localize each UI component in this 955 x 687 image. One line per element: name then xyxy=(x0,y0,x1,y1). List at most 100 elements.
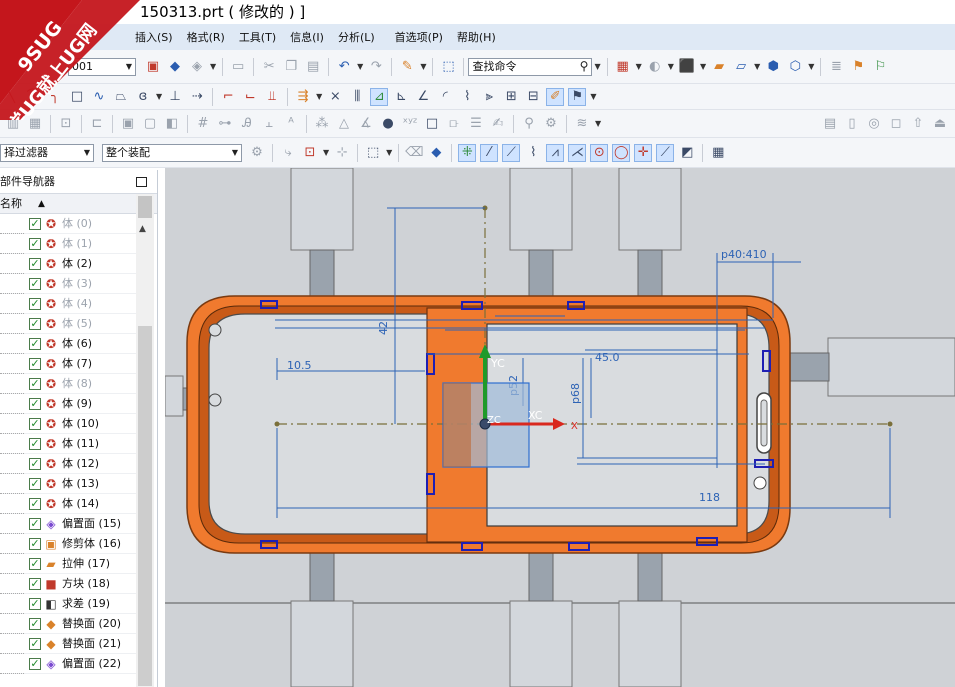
chevron-down-icon[interactable]: ▼ xyxy=(420,62,426,71)
crosshair-icon[interactable]: ⊹ xyxy=(333,144,351,162)
triangle-icon[interactable]: △ xyxy=(335,115,353,133)
visibility-checkbox[interactable]: ✓ xyxy=(29,338,41,350)
arc-center-icon[interactable]: ⊙ xyxy=(590,143,609,162)
angle-icon[interactable]: ∡ xyxy=(357,115,375,133)
search-icon[interactable]: ⚲ xyxy=(580,58,589,74)
settings-icon[interactable]: ⚙ xyxy=(542,115,560,133)
dim-45[interactable]: 45.0 xyxy=(595,351,620,364)
shading-icon[interactable]: ◐ xyxy=(646,58,664,76)
assembly-icon[interactable]: ◈ xyxy=(188,58,206,76)
navigator-row[interactable]: ✓ ✪ 体 (7) xyxy=(0,354,136,374)
ruler-icon[interactable]: ⊶ xyxy=(216,115,234,133)
sketch-icon[interactable]: ✐ xyxy=(546,87,565,106)
visibility-checkbox[interactable]: ✓ xyxy=(29,418,41,430)
navigator-row[interactable]: ✓ ✪ 体 (9) xyxy=(0,394,136,414)
point-on-face-icon[interactable]: ◩ xyxy=(678,144,696,162)
dim-118[interactable]: 118 xyxy=(699,491,720,504)
visibility-checkbox[interactable]: ✓ xyxy=(29,318,41,330)
curve-point-icon[interactable]: ⌇ xyxy=(524,144,542,162)
type-filter-combo[interactable]: 择过滤器 ▼ xyxy=(0,143,94,162)
sort-ascending-icon[interactable]: ▲ xyxy=(38,194,45,214)
circle-icon[interactable]: ◎ xyxy=(865,115,883,133)
navigator-row[interactable]: ✓ ■ 方块 (18) xyxy=(0,574,136,594)
navigator-row[interactable]: ✓ ✪ 体 (12) xyxy=(0,454,136,474)
select-icon[interactable]: ⬚ xyxy=(439,58,457,76)
arc-icon[interactable]: ⌒ xyxy=(24,88,42,106)
chevron-down-icon[interactable]: ▼ xyxy=(386,148,392,157)
xyz-icon[interactable]: ˣʸᶻ xyxy=(401,115,419,133)
wave-icon[interactable]: ≋ xyxy=(573,115,591,133)
dim-p68[interactable]: p68 xyxy=(569,383,582,404)
derived-icon[interactable]: ⊟ xyxy=(524,88,542,106)
chevron-down-icon[interactable]: ▼ xyxy=(156,92,162,101)
control-point-icon[interactable]: ⩘ xyxy=(546,143,565,162)
end-point-icon[interactable]: ⁄ xyxy=(480,143,499,162)
visibility-checkbox[interactable]: ✓ xyxy=(29,618,41,630)
navigator-row[interactable]: ✓ ✪ 体 (13) xyxy=(0,474,136,494)
cut-section-icon[interactable]: ⟥ xyxy=(445,115,463,133)
view-icon[interactable]: ▥ xyxy=(4,115,22,133)
navigator-row[interactable]: ✓ ✪ 体 (3) xyxy=(0,274,136,294)
navigator-row[interactable]: ✓ ✪ 体 (6) xyxy=(0,334,136,354)
snap-select-icon[interactable]: ⊡ xyxy=(301,144,319,162)
visibility-checkbox[interactable]: ✓ xyxy=(29,218,41,230)
eraser-icon[interactable]: ⌫ xyxy=(405,144,423,162)
dimension-icon[interactable]: ⊾ xyxy=(392,88,410,106)
grid-icon[interactable]: ▦ xyxy=(26,115,44,133)
model-icon[interactable]: ◆ xyxy=(166,58,184,76)
intersect-curve-icon[interactable]: ⨯ xyxy=(326,88,344,106)
split-curve-icon[interactable]: ⫼ xyxy=(348,88,366,106)
navigator-row[interactable]: ✓ ◆ 替换面 (20) xyxy=(0,614,136,634)
visibility-checkbox[interactable]: ✓ xyxy=(29,638,41,650)
navigator-row[interactable]: ✓ ✪ 体 (5) xyxy=(0,314,136,334)
intersection-point-icon[interactable]: ⋌ xyxy=(568,143,587,162)
visibility-checkbox[interactable]: ✓ xyxy=(29,478,41,490)
dim-10-5[interactable]: 10.5 xyxy=(287,359,312,372)
blank-icon[interactable]: □ xyxy=(423,115,441,133)
maximize-icon[interactable] xyxy=(136,177,147,187)
layer-settings-icon[interactable]: ▰ xyxy=(710,58,728,76)
scrollbar-thumb[interactable] xyxy=(138,326,152,686)
move-object-icon[interactable]: ⬢ xyxy=(764,58,782,76)
hat-icon[interactable]: ⏏ xyxy=(931,115,949,133)
visibility-checkbox[interactable]: ✓ xyxy=(29,538,41,550)
corner-icon[interactable]: ╮ xyxy=(46,88,64,106)
quadrant-point-icon[interactable]: ◯ xyxy=(612,143,631,162)
snap-point-icon[interactable]: ⁜ xyxy=(458,143,477,162)
frame2-icon[interactable]: ▢ xyxy=(141,115,159,133)
copy-icon[interactable]: ❐ xyxy=(282,58,300,76)
chevron-down-icon[interactable]: ▼ xyxy=(668,62,674,71)
chevron-down-icon[interactable]: ▼ xyxy=(357,62,363,71)
visibility-checkbox[interactable]: ✓ xyxy=(29,578,41,590)
polygon-icon[interactable]: ⏢ xyxy=(112,88,130,106)
layer-combo[interactable]: 001 ▼ xyxy=(68,57,136,76)
frame-icon[interactable]: ▣ xyxy=(119,115,137,133)
cut-icon[interactable]: ✂ xyxy=(260,58,278,76)
visibility-checkbox[interactable]: ✓ xyxy=(29,458,41,470)
menu-format[interactable]: 格式(R) xyxy=(187,29,225,45)
node-icon[interactable]: ⁂ xyxy=(313,115,331,133)
visibility-checkbox[interactable]: ✓ xyxy=(29,378,41,390)
undo-icon[interactable]: ↶ xyxy=(335,58,353,76)
note-icon[interactable]: ✍ xyxy=(489,115,507,133)
hinge-icon[interactable]: ⊏ xyxy=(88,115,106,133)
text-height-icon[interactable]: Ꭿ xyxy=(238,115,256,133)
ellipse-icon[interactable]: ɞ xyxy=(134,88,152,106)
navigator-row[interactable]: ✓ ◈ 偏置面 (22) xyxy=(0,654,136,674)
chevron-down-icon[interactable]: ▼ xyxy=(700,62,706,71)
save-icon[interactable]: ▭ xyxy=(229,58,247,76)
menu-analysis[interactable]: 分析(L) xyxy=(338,29,375,45)
work-layer-icon[interactable]: ▱ xyxy=(732,58,750,76)
solid-icon[interactable]: ◆ xyxy=(427,144,445,162)
navigator-row[interactable]: ✓ ◈ 偏置面 (15) xyxy=(0,514,136,534)
command-search-box[interactable]: 查找命令 ⚲ xyxy=(468,57,593,76)
spline-icon[interactable]: ∿ xyxy=(90,88,108,106)
menu-info[interactable]: 信息(I) xyxy=(290,29,324,45)
navigator-row[interactable]: ✓ ✪ 体 (1) xyxy=(0,234,136,254)
paste-icon[interactable]: ▤ xyxy=(304,58,322,76)
angle-dim-icon[interactable]: ∠ xyxy=(414,88,432,106)
square-icon[interactable]: ◻ xyxy=(887,115,905,133)
trim-curve-icon[interactable]: ⊥ xyxy=(166,88,184,106)
orient-icon[interactable]: ⬡ xyxy=(786,58,804,76)
chevron-down-icon[interactable]: ▼ xyxy=(808,62,814,71)
